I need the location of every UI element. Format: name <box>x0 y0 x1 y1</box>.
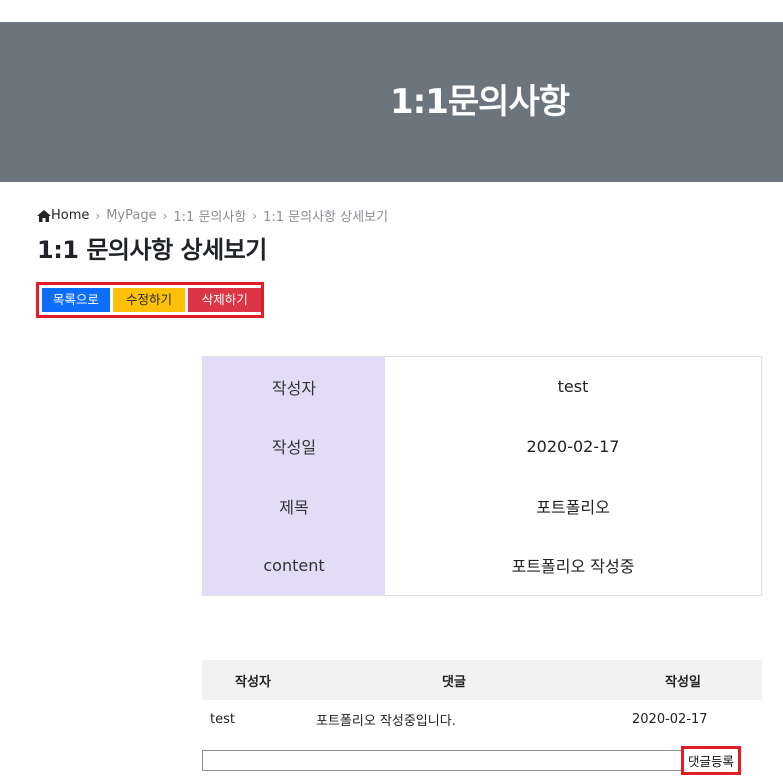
chevron-right-icon: › <box>95 208 101 223</box>
breadcrumb-item-current: 1:1 문의사항 상세보기 <box>263 210 388 225</box>
inquiry-detail-table: 작성자 test 작성일 2020-02-17 제목 포트폴리오 content… <box>202 356 762 596</box>
breadcrumb-item-mypage[interactable]: MyPage <box>106 208 156 223</box>
breadcrumb-item-home[interactable]: Home <box>37 208 89 223</box>
comment-table-header: 작성자 댓글 작성일 <box>202 660 762 700</box>
hero-banner: 1:1문의사항 <box>0 22 783 182</box>
comment-table: 작성자 댓글 작성일 test 포트폴리오 작성중입니다. 2020-02-17 <box>202 660 762 738</box>
detail-row-content: content 포트폴리오 작성중 <box>203 535 761 595</box>
comment-date: 2020-02-17 <box>632 711 708 727</box>
detail-row-author: 작성자 test <box>203 357 761 417</box>
breadcrumb: Home › MyPage › 1:1 문의사항 › 1:1 문의사항 상세보기 <box>37 206 388 225</box>
detail-label: 제목 <box>203 476 385 536</box>
page-title: 1:1 문의사항 상세보기 <box>37 236 267 264</box>
chevron-right-icon: › <box>162 208 168 223</box>
chevron-right-icon: › <box>252 208 258 223</box>
detail-label: 작성자 <box>203 357 385 417</box>
list-button[interactable]: 목록으로 <box>42 288 110 312</box>
comment-submit-button[interactable]: 댓글등록 <box>681 746 741 775</box>
detail-value-title: 포트폴리오 <box>536 497 610 517</box>
hero-title: 1:1문의사항 <box>389 82 570 122</box>
detail-value-author: test <box>557 377 589 397</box>
detail-value-content: 포트폴리오 작성중 <box>511 557 635 577</box>
table-row: test 포트폴리오 작성중입니다. 2020-02-17 <box>202 700 762 738</box>
breadcrumb-item-inquiry[interactable]: 1:1 문의사항 <box>173 206 246 225</box>
detail-label: content <box>203 535 385 595</box>
detail-value-date: 2020-02-17 <box>526 436 620 456</box>
column-header-date: 작성일 <box>665 674 701 690</box>
delete-button[interactable]: 삭제하기 <box>188 288 262 312</box>
detail-label: 작성일 <box>203 416 385 476</box>
breadcrumb-label-home: Home <box>51 208 90 223</box>
action-button-group: 목록으로 수정하기 삭제하기 <box>36 282 264 318</box>
comment-input[interactable] <box>202 750 682 771</box>
column-header-author: 작성자 <box>235 674 271 690</box>
detail-row-date: 작성일 2020-02-17 <box>203 416 761 476</box>
edit-button[interactable]: 수정하기 <box>112 288 186 312</box>
column-header-comment: 댓글 <box>442 674 466 690</box>
comment-author: test <box>210 711 235 727</box>
comment-text: 포트폴리오 작성중입니다. <box>316 713 456 729</box>
detail-row-title: 제목 포트폴리오 <box>203 476 761 536</box>
home-icon <box>37 209 51 222</box>
